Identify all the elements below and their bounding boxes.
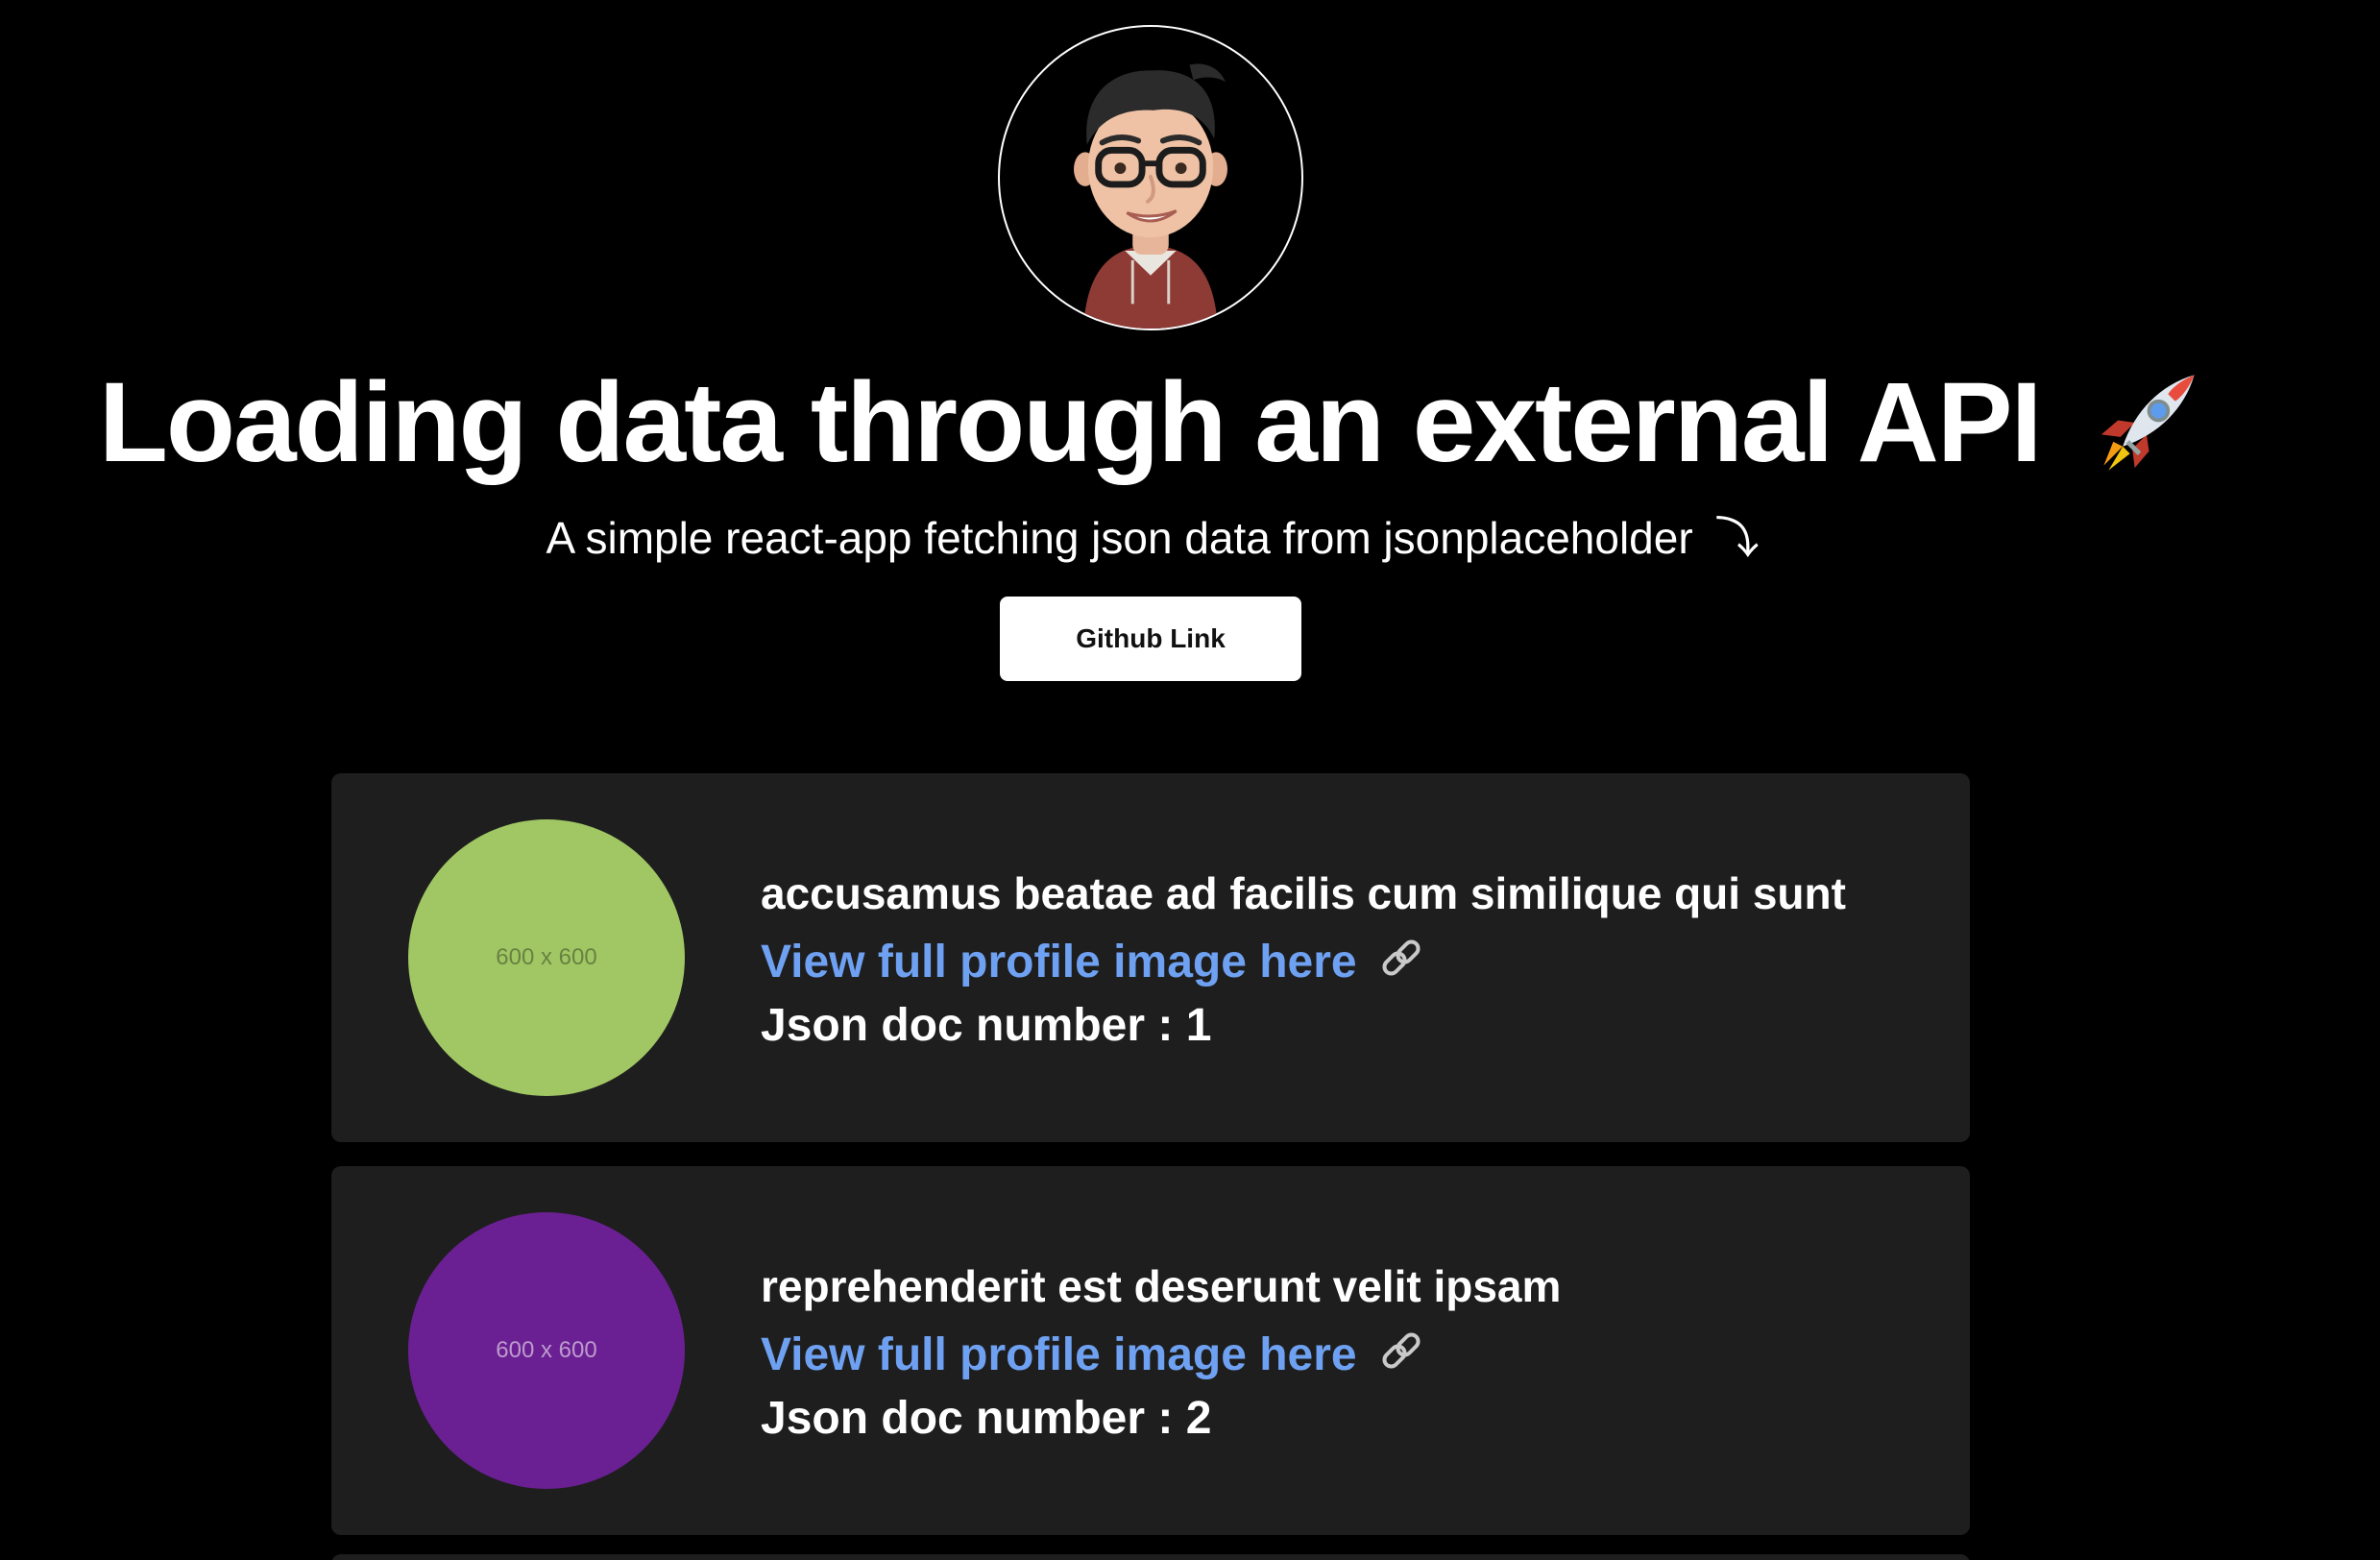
arrow-down-icon: ⤵ (1714, 513, 1760, 563)
page-subtitle: A simple react-app fetching json data fr… (0, 509, 2305, 567)
placeholder-thumbnail: 600 x 600 (408, 1212, 685, 1489)
card-text: reprehenderit est deserunt velit ipsam V… (761, 1257, 1561, 1448)
avatar (998, 25, 1303, 330)
github-link-button[interactable]: Github Link (1000, 597, 1301, 681)
memoji-avatar-icon (1074, 63, 1227, 329)
list-item (331, 1554, 1970, 1560)
page-title: Loading data through an external API (0, 355, 2305, 490)
list-item: 600 x 600 accusamus beatae ad facilis cu… (331, 773, 1970, 1142)
page-subtitle-text: A simple react-app fetching json data fr… (546, 513, 1693, 563)
view-profile-image-link-label: View full profile image here (761, 937, 1357, 987)
link-icon (1382, 1332, 1421, 1369)
link-icon (1382, 939, 1421, 976)
card-text: accusamus beatae ad facilis cum similiqu… (761, 865, 1846, 1055)
view-profile-image-link-label: View full profile image here (761, 1329, 1357, 1380)
view-profile-image-link[interactable]: View full profile image here (761, 1327, 1561, 1384)
card-title: accusamus beatae ad facilis cum similiqu… (761, 868, 1846, 918)
json-doc-number: Json doc number : 1 (761, 1000, 1212, 1051)
page: Loading data through an external API A s… (0, 0, 2380, 1560)
view-profile-image-link[interactable]: View full profile image here (761, 934, 1846, 991)
page-title-text: Loading data through an external API (98, 359, 2043, 486)
card-title: reprehenderit est deserunt velit ipsam (761, 1261, 1562, 1311)
rocket-icon (2101, 375, 2195, 471)
placeholder-thumbnail: 600 x 600 (408, 819, 685, 1096)
list-item: 600 x 600 reprehenderit est deserunt vel… (331, 1166, 1970, 1535)
json-doc-number: Json doc number : 2 (761, 1393, 1212, 1444)
